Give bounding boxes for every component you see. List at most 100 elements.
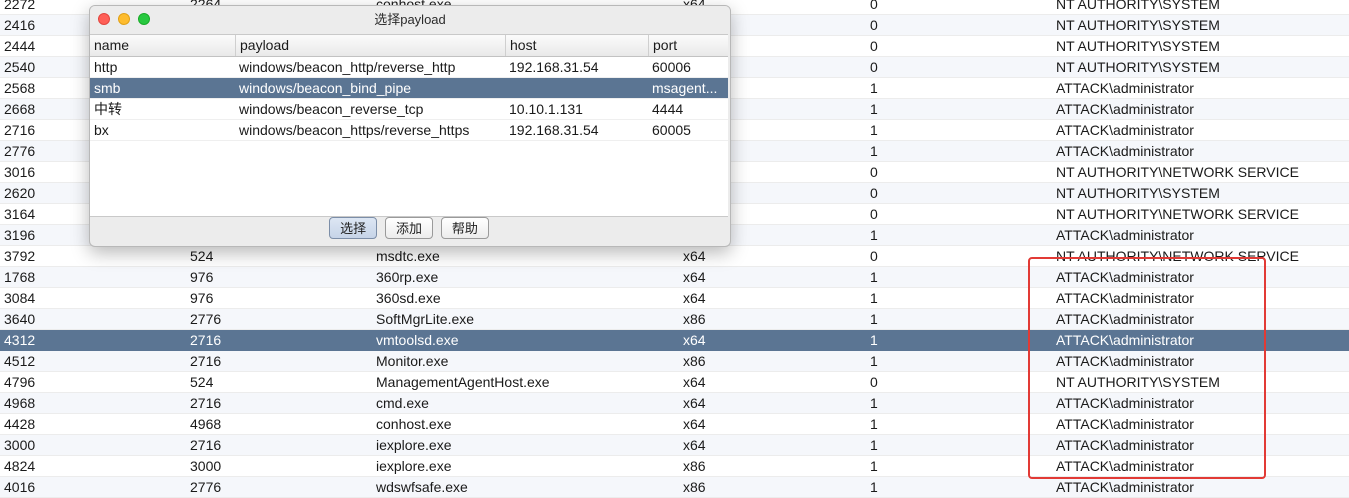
process-name-cell: Monitor.exe [376,353,449,369]
session-cell: 1 [870,458,878,474]
maximize-icon[interactable] [138,13,150,25]
pid-cell: 4796 [4,374,36,390]
process-name-cell: iexplore.exe [376,458,452,474]
user-cell: NT AUTHORITY\SYSTEM [1056,185,1220,201]
pid-cell: 2668 [4,101,36,117]
payload-row[interactable]: bx windows/beacon_https/reverse_https 192.… [90,120,728,141]
dialog-button-bar: 选择 添加 帮助 [90,217,728,239]
payload-port-cell: msagent... [652,80,718,96]
payload-name-cell: http [94,59,118,75]
ppid-cell: 4968 [190,416,222,432]
dialog-title: 选择payload [374,12,446,27]
ppid-cell: 976 [190,269,214,285]
arch-cell: x64 [683,248,706,264]
session-cell: 1 [870,290,878,306]
payload-name-cell: 中转 [94,101,122,117]
user-cell: ATTACK\administrator [1056,143,1194,159]
session-cell: 0 [870,206,878,222]
payload-row[interactable]: 中转 windows/beacon_reverse_tcp 10.10.1.131 4… [90,99,728,120]
session-cell: 0 [870,38,878,54]
payload-row[interactable]: smb windows/beacon_bind_pipe msagent... [90,78,728,99]
dialog-titlebar[interactable]: 选择payload [90,6,730,33]
payload-port-cell: 4444 [652,101,684,117]
process-name-cell: vmtoolsd.exe [376,332,459,348]
arch-cell: x86 [683,353,706,369]
process-name-cell: ManagementAgentHost.exe [376,374,550,390]
ppid-cell: 2716 [190,437,222,453]
pid-cell: 3084 [4,290,36,306]
payload-host-cell: 192.168.31.54 [509,122,599,138]
pid-cell: 4312 [4,332,36,348]
pid-cell: 4512 [4,353,36,369]
pid-cell: 3640 [4,311,36,327]
payload-host-cell: 10.10.1.131 [509,101,583,117]
session-cell: 0 [870,185,878,201]
payload-type-cell: windows/beacon_reverse_tcp [239,101,424,117]
pid-cell: 2444 [4,38,36,54]
ppid-cell: 2776 [190,311,222,327]
add-button[interactable]: 添加 [384,217,433,239]
session-cell: 0 [870,59,878,75]
session-cell: 1 [870,122,878,138]
user-cell: NT AUTHORITY\SYSTEM [1056,38,1220,54]
close-icon[interactable] [98,13,110,25]
session-cell: 1 [870,353,878,369]
process-name-cell: iexplore.exe [376,437,452,453]
process-name-cell: msdtc.exe [376,248,440,264]
pid-cell: 3792 [4,248,36,264]
payload-type-cell: windows/beacon_https/reverse_https [239,122,470,138]
arch-cell: x86 [683,479,706,495]
session-cell: 1 [870,437,878,453]
user-cell: ATTACK\administrator [1056,80,1194,96]
user-cell: NT AUTHORITY\SYSTEM [1056,59,1220,75]
ppid-cell: 524 [190,374,214,390]
pid-cell: 4016 [4,479,36,495]
pid-cell: 2620 [4,185,36,201]
pid-cell: 2776 [4,143,36,159]
session-cell: 1 [870,269,878,285]
user-cell: NT AUTHORITY\SYSTEM [1056,0,1220,12]
select-payload-dialog: 选择payload name payload host port http win… [89,5,731,247]
arch-cell: x64 [683,269,706,285]
user-cell: NT AUTHORITY\SYSTEM [1056,17,1220,33]
session-cell: 1 [870,332,878,348]
column-header-host[interactable]: host [505,35,648,56]
session-cell: 1 [870,416,878,432]
ppid-cell: 2716 [190,353,222,369]
arch-cell: x86 [683,311,706,327]
pid-cell: 4968 [4,395,36,411]
column-header-payload[interactable]: payload [235,35,505,56]
process-name-cell: conhost.exe [376,416,452,432]
highlight-box [1028,257,1266,479]
ppid-cell: 524 [190,248,214,264]
column-header-name[interactable]: name [90,35,235,56]
session-cell: 1 [870,101,878,117]
arch-cell: x64 [683,290,706,306]
process-name-cell: 360rp.exe [376,269,439,285]
pid-cell: 4428 [4,416,36,432]
session-cell: 0 [870,0,878,12]
column-header-port[interactable]: port [648,35,728,56]
minimize-icon[interactable] [118,13,130,25]
user-cell: ATTACK\administrator [1056,122,1194,138]
session-cell: 0 [870,17,878,33]
process-name-cell: cmd.exe [376,395,429,411]
user-cell: NT AUTHORITY\NETWORK SERVICE [1056,206,1299,222]
session-cell: 1 [870,395,878,411]
payload-table-header: name payload host port [90,35,728,57]
help-button[interactable]: 帮助 [440,217,489,239]
user-cell: ATTACK\administrator [1056,101,1194,117]
arch-cell: x86 [683,458,706,474]
process-name-cell: 360sd.exe [376,290,441,306]
arch-cell: x64 [683,416,706,432]
pid-cell: 3164 [4,206,36,222]
choose-button[interactable]: 选择 [329,217,378,239]
pid-cell: 2716 [4,122,36,138]
pid-cell: 1768 [4,269,36,285]
payload-row[interactable]: http windows/beacon_http/reverse_http 192.… [90,57,728,78]
payload-port-cell: 60005 [652,122,691,138]
pid-cell: 2540 [4,59,36,75]
ppid-cell: 976 [190,290,214,306]
process-row[interactable]: 4016 2776 wdswfsafe.exe x86 1 ATTACK\administ… [0,477,1349,498]
payload-name-cell: bx [94,122,109,138]
